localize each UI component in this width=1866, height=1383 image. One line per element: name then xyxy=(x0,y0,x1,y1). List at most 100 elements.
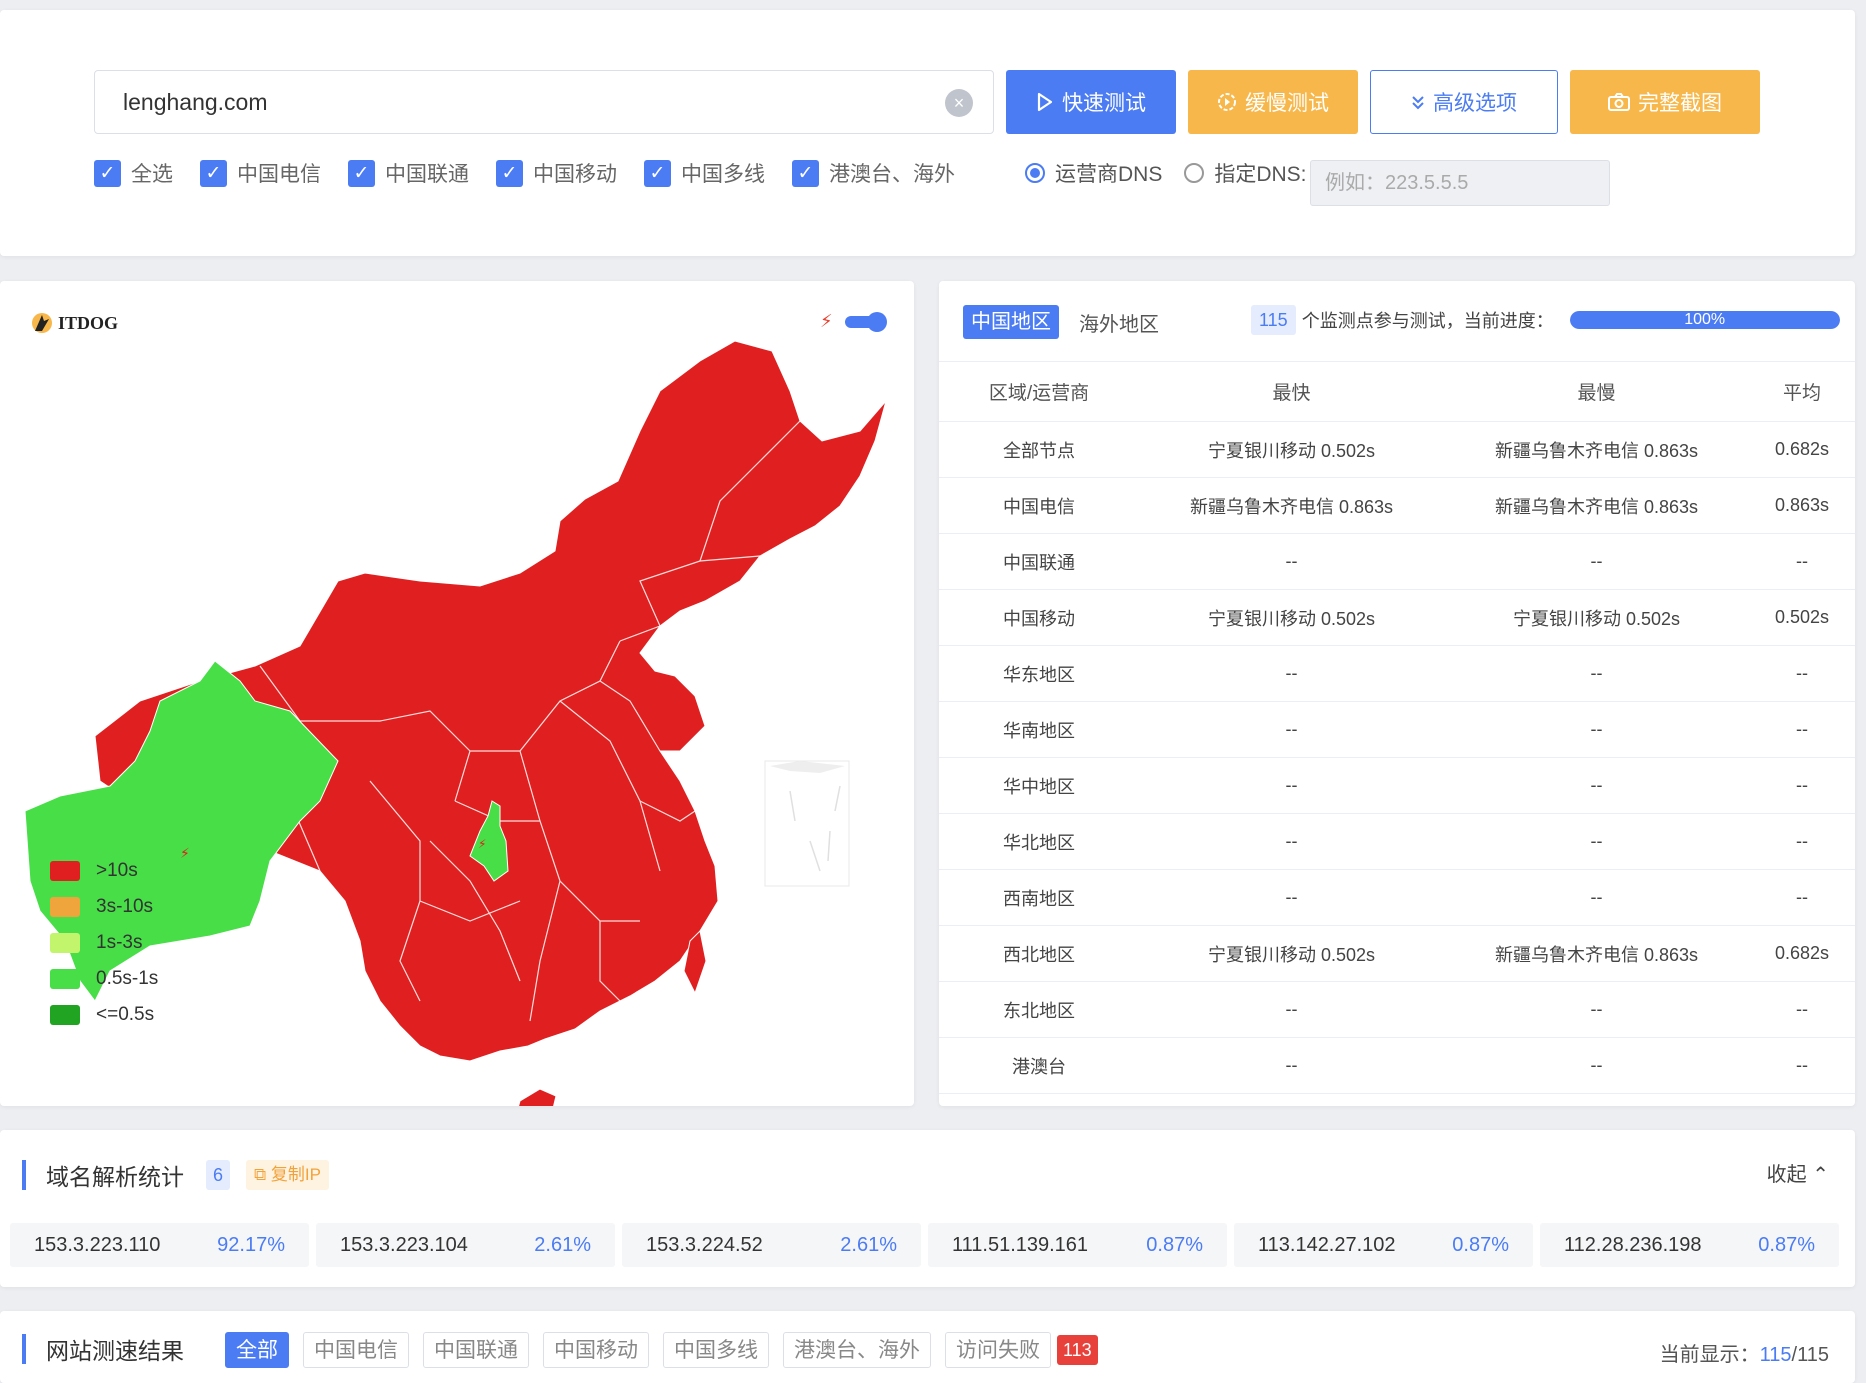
clear-icon[interactable]: × xyxy=(945,89,973,117)
checkbox-unicom[interactable]: ✓ 中国联通 xyxy=(348,158,469,188)
radio-custom-dns[interactable]: 指定DNS: xyxy=(1184,158,1307,188)
slow-test-button[interactable]: 缓慢测试 xyxy=(1188,70,1358,134)
toggle-knob xyxy=(866,311,887,332)
ip-stat-item[interactable]: 153.3.224.52 2.61% xyxy=(622,1223,921,1267)
legend-label: 3s-10s xyxy=(96,896,154,917)
bolt-toggle[interactable]: ⚡ xyxy=(820,311,887,332)
custom-dns-input[interactable]: 例如：223.5.5.5 xyxy=(1310,160,1610,206)
checkbox-telecom[interactable]: ✓ 中国电信 xyxy=(200,158,321,188)
dns-stats-title: 域名解析统计 xyxy=(46,1164,184,1190)
region-stats-panel: 中国地区 海外地区 115 个监测点参与测试，当前进度： 100% 区域/运营商… xyxy=(939,281,1855,1106)
radio-carrier-dns[interactable]: 运营商DNS xyxy=(1025,158,1162,188)
table-cell: 华南地区 xyxy=(1003,720,1075,741)
table-cell: -- xyxy=(1590,775,1603,795)
quick-test-button[interactable]: 快速测试 xyxy=(1006,70,1176,134)
filter-failed-label[interactable]: 访问失败 xyxy=(945,1332,1051,1368)
progress-info: 115 个监测点参与测试，当前进度： 100% xyxy=(1251,305,1840,335)
ip-list: 153.3.223.110 92.17% 153.3.223.104 2.61% 153… xyxy=(10,1223,1839,1267)
ip-percentage: 92.17% xyxy=(217,1233,285,1256)
filter-all[interactable]: 全部 xyxy=(225,1332,289,1368)
url-input[interactable]: lenghang.com × xyxy=(94,70,994,134)
table-cell: 0.863s xyxy=(1774,495,1830,515)
display-count: 当前显示：115/115 xyxy=(1660,1338,1829,1367)
checkbox-overseas[interactable]: ✓ 港澳台、海外 xyxy=(792,158,955,188)
table-row: 中国联通 -- -- -- xyxy=(939,534,1855,590)
checkbox-multi[interactable]: ✓ 中国多线 xyxy=(644,158,765,188)
table-row: 中国电信 新疆乌鲁木齐电信 0.863s 新疆乌鲁木齐电信 0.863s 0.863s xyxy=(939,478,1855,534)
filter-failed[interactable]: 访问失败 113 xyxy=(945,1332,1098,1368)
checkbox-multi-label: 中国多线 xyxy=(681,163,765,186)
table-cell: -- xyxy=(1285,551,1298,571)
table-cell: -- xyxy=(1285,663,1298,683)
table-cell: 中国电信 xyxy=(1003,496,1075,517)
tab-china[interactable]: 中国地区 xyxy=(963,305,1059,339)
section-accent-bar xyxy=(22,1334,26,1364)
ip-percentage: 0.87% xyxy=(1452,1233,1509,1256)
ip-stat-item[interactable]: 153.3.223.110 92.17% xyxy=(10,1223,309,1267)
slow-clock-icon xyxy=(1218,93,1236,111)
table-row: 全部节点 宁夏银川移动 0.502s 新疆乌鲁木齐电信 0.863s 0.682s xyxy=(939,422,1855,478)
filter-unicom[interactable]: 中国联通 xyxy=(423,1332,529,1368)
table-cell: 新疆乌鲁木齐电信 0.863s xyxy=(1189,496,1394,517)
table-cell: -- xyxy=(1285,1055,1298,1075)
ip-percentage: 2.61% xyxy=(840,1233,897,1256)
screenshot-button[interactable]: 完整截图 xyxy=(1570,70,1760,134)
filter-overseas[interactable]: 港澳台、海外 xyxy=(783,1332,931,1368)
table-cell: 全部节点 xyxy=(1003,440,1075,461)
table-cell: 宁夏银川移动 0.502s xyxy=(1512,608,1681,629)
table-cell: -- xyxy=(1590,1055,1603,1075)
collapse-label: 收起 xyxy=(1766,1164,1807,1186)
collapse-button[interactable]: 收起 ⌃ xyxy=(1767,1158,1829,1187)
checkbox-overseas-label: 港澳台、海外 xyxy=(829,163,955,186)
checkbox-mobile[interactable]: ✓ 中国移动 xyxy=(496,158,617,188)
results-header: 网站测速结果 xyxy=(22,1332,184,1366)
table-header: 最慢 xyxy=(1577,383,1616,404)
table-cell: -- xyxy=(1590,831,1603,851)
filter-telecom[interactable]: 中国电信 xyxy=(303,1332,409,1368)
checkbox-select-all[interactable]: ✓ 全选 xyxy=(94,158,173,188)
filter-multi[interactable]: 中国多线 xyxy=(663,1332,769,1368)
ip-stat-item[interactable]: 153.3.223.104 2.61% xyxy=(316,1223,615,1267)
toggle-switch[interactable] xyxy=(844,311,887,332)
tab-overseas[interactable]: 海外地区 xyxy=(1079,308,1159,337)
table-cell: -- xyxy=(1590,887,1603,907)
table-cell: 新疆乌鲁木齐电信 0.863s xyxy=(1494,944,1699,965)
checkbox-select-all-label: 全选 xyxy=(131,163,173,186)
search-panel: lenghang.com × 快速测试 缓慢测试 高级选项 完整截图 ✓ 全选 ✓… xyxy=(0,10,1855,256)
play-icon xyxy=(1037,92,1053,112)
legend-label: 1s-3s xyxy=(96,932,143,953)
speed-results-panel: 网站测速结果 全部 中国电信 中国联通 中国移动 中国多线 港澳台、海外 访问失… xyxy=(0,1311,1855,1383)
display-label: 当前显示： xyxy=(1659,1344,1760,1366)
filter-mobile[interactable]: 中国移动 xyxy=(543,1332,649,1368)
ip-stat-item[interactable]: 111.51.139.161 0.87% xyxy=(928,1223,1227,1267)
legend-swatch xyxy=(50,897,80,917)
logo-text: ITDOG xyxy=(58,312,119,333)
table-row: 东北地区 -- -- -- xyxy=(939,982,1855,1038)
table-cell: 中国移动 xyxy=(1003,608,1075,629)
dns-stats-header: 域名解析统计 6 ⧉ 复制IP xyxy=(22,1158,329,1192)
itdog-logo: ITDOG xyxy=(30,311,118,335)
ip-address: 153.3.223.110 xyxy=(34,1233,161,1256)
bolt-marker-ningxia-icon: ⚡ xyxy=(478,837,486,851)
result-filter-row: 全部 中国电信 中国联通 中国移动 中国多线 港澳台、海外 访问失败 113 xyxy=(225,1332,1098,1368)
ip-stat-item[interactable]: 113.142.27.102 0.87% xyxy=(1234,1223,1533,1267)
table-cell: -- xyxy=(1285,831,1298,851)
ip-address: 153.3.224.52 xyxy=(646,1233,763,1256)
ip-stat-item[interactable]: 112.28.236.198 0.87% xyxy=(1540,1223,1839,1267)
copy-icon: ⧉ xyxy=(254,1165,267,1184)
ip-address: 113.142.27.102 xyxy=(1258,1233,1396,1256)
table-row: 西北地区 宁夏银川移动 0.502s 新疆乌鲁木齐电信 0.863s 0.682s xyxy=(939,926,1855,982)
map-legend: >10s 3s-10s 1s-3s 0.5s-1s <=0.5s xyxy=(50,853,158,1033)
advanced-options-button[interactable]: 高级选项 xyxy=(1370,70,1558,134)
table-cell: 西北地区 xyxy=(1003,944,1075,965)
ip-address: 112.28.236.198 xyxy=(1564,1233,1702,1256)
radio-selected-icon xyxy=(1025,163,1045,183)
copy-ip-button[interactable]: ⧉ 复制IP xyxy=(246,1160,329,1190)
table-cell: 0.502s xyxy=(1774,607,1830,627)
section-accent-bar xyxy=(22,1160,26,1190)
url-input-value[interactable]: lenghang.com xyxy=(123,89,268,116)
table-cell: 宁夏银川移动 0.502s xyxy=(1207,440,1376,461)
table-cell: 华中地区 xyxy=(1003,776,1075,797)
ip-address: 153.3.223.104 xyxy=(340,1233,468,1256)
map-region-hainan[interactable] xyxy=(515,1088,557,1106)
